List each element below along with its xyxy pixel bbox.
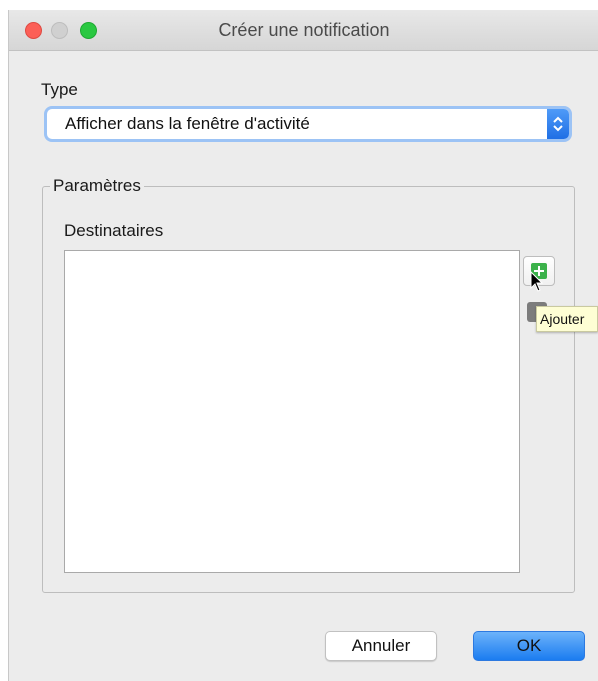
ok-button[interactable]: OK	[473, 631, 585, 661]
updown-chevron-icon	[547, 109, 569, 139]
recipients-list[interactable]	[64, 250, 520, 573]
cancel-button[interactable]: Annuler	[325, 631, 437, 661]
window-title: Créer une notification	[218, 20, 390, 40]
recipients-label: Destinataires	[64, 221, 164, 240]
add-tooltip: Ajouter	[536, 306, 598, 332]
mouse-pointer-icon	[530, 270, 544, 298]
dialog-window: Créer une notification Type Afficher dan…	[8, 10, 598, 681]
parameters-group-title: Paramètres	[50, 176, 144, 196]
type-select[interactable]: Afficher dans la fenêtre d'activité	[47, 109, 569, 139]
title-bar: Créer une notification	[9, 10, 598, 51]
type-select-value: Afficher dans la fenêtre d'activité	[65, 114, 310, 133]
type-label: Type	[41, 80, 78, 99]
